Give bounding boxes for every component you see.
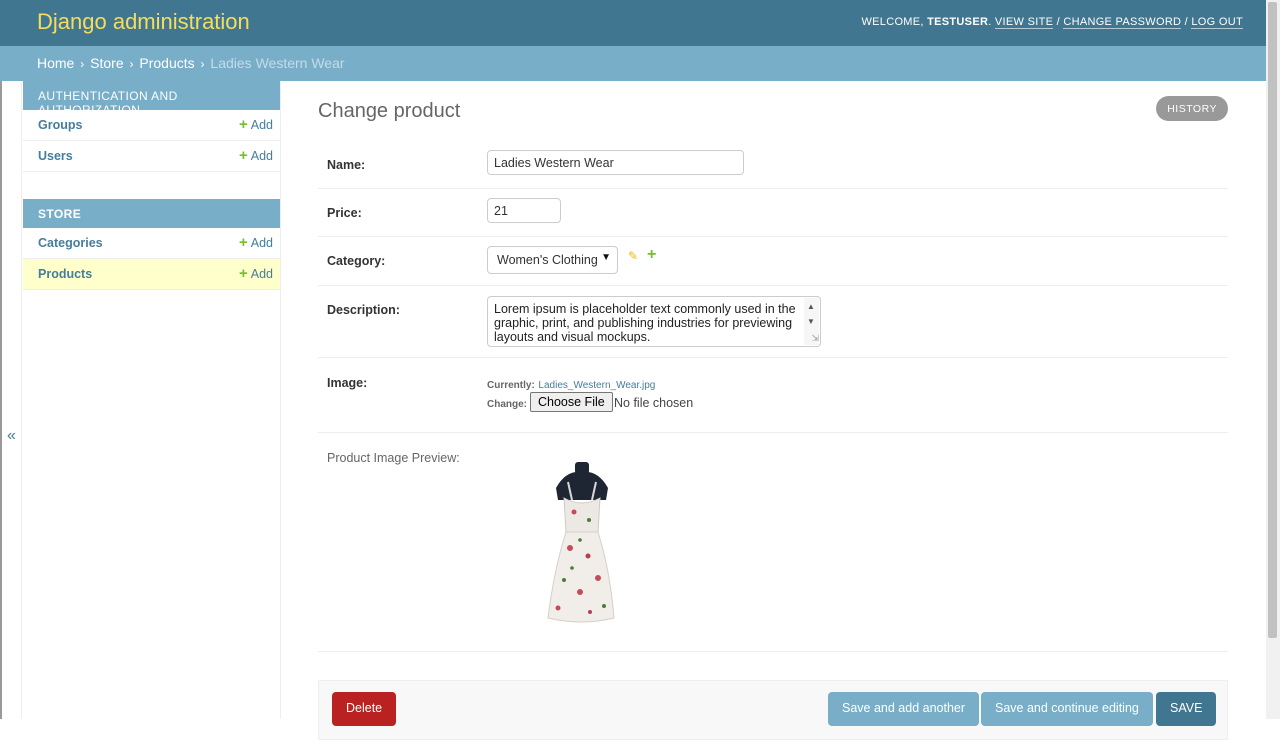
add-users-button[interactable]: + Add [238,147,273,164]
breadcrumb-store[interactable]: Store [90,55,123,71]
plus-icon: + [238,265,248,282]
arrow-up-icon[interactable]: ▲ [807,300,815,314]
breadcrumb: Home › Store › Products › Ladies Western… [0,46,1266,81]
save-and-add-another-button[interactable]: Save and add another [828,692,980,726]
delete-button[interactable]: Delete [332,692,397,726]
form-row-image: Image: Currently: Ladies_Western_Wear.jp… [318,358,1228,433]
log-out-link[interactable]: LOG OUT [1191,16,1243,29]
history-button[interactable]: HISTORY [1156,96,1228,121]
description-field[interactable]: Lorem ipsum is placeholder text commonly… [487,296,821,347]
change-password-link[interactable]: CHANGE PASSWORD [1063,16,1182,29]
pencil-icon[interactable]: ✎ [628,249,638,263]
form-row-description: Description: Lorem ipsum is placeholder … [318,286,1228,358]
model-link-products[interactable]: Products [38,267,92,281]
category-selected-value: Women's Clothing [497,253,598,267]
preview-label: Product Image Preview: [327,451,460,465]
add-label: Add [250,118,273,132]
sidebar-item-users: Users + Add [23,141,280,172]
nav-sidebar: AUTHENTICATION AND AUTHORIZATION Groups … [22,81,281,719]
price-field[interactable]: 21 [487,198,561,223]
module-store: STORE Categories + Add Products + Add [22,199,280,290]
main-content: Change product HISTORY Name: Ladies West… [318,81,1228,740]
description-text: Lorem ipsum is placeholder text commonly… [494,302,796,344]
double-left-chevron-icon[interactable]: « [7,427,16,445]
add-categories-button[interactable]: + Add [238,234,273,251]
form-row-preview: Product Image Preview: [318,433,1228,652]
breadcrumb-separator: › [80,57,85,71]
site-branding[interactable]: Django administration [37,9,250,35]
submit-row: Delete Save and add another Save and con… [318,680,1228,740]
nav-sidebar-toggle[interactable]: « [0,81,22,719]
header: Django administration WELCOME, TESTUSER.… [0,0,1266,46]
form-row-category: Category: Women's Clothing ▼ ✎ + [318,237,1228,286]
save-and-continue-button[interactable]: Save and continue editing [981,692,1153,726]
image-label: Image: [327,376,368,390]
separator: / [1056,16,1060,28]
chevron-down-icon: ▼ [601,252,611,263]
form-row-price: Price: 21 [318,189,1228,237]
module-caption-auth[interactable]: AUTHENTICATION AND AUTHORIZATION [23,81,280,117]
model-link-users[interactable]: Users [38,149,73,163]
save-button[interactable]: SAVE [1156,692,1217,726]
breadcrumb-current: Ladies Western Wear [210,55,345,71]
module-caption-store[interactable]: STORE [23,199,280,228]
add-label: Add [250,149,273,163]
user-tools: WELCOME, TESTUSER. VIEW SITE / CHANGE PA… [861,16,1243,29]
category-select[interactable]: Women's Clothing ▼ [487,246,618,274]
welcome-period: . [988,16,992,28]
model-link-categories[interactable]: Categories [38,236,103,250]
plus-icon: + [238,234,248,251]
separator: / [1184,16,1189,28]
textarea-scrollbar[interactable]: ▲ ▼ ⇲ [804,298,819,345]
plus-icon: + [238,116,248,133]
description-label: Description: [327,303,400,317]
no-file-text: No file chosen [614,396,694,410]
name-field[interactable]: Ladies Western Wear [487,150,744,175]
resize-grip-icon[interactable]: ⇲ [811,331,819,345]
name-label: Name: [327,158,366,172]
username: TESTUSER [927,16,989,28]
breadcrumb-separator: › [129,57,134,71]
sidebar-item-products: Products + Add [23,259,280,290]
current-file-link[interactable]: Ladies_Western_Wear.jpg [538,380,655,391]
module-auth: AUTHENTICATION AND AUTHORIZATION Groups … [22,81,280,172]
add-label: Add [250,236,273,250]
change-label: Change: [487,399,527,410]
page-title: Change product [318,100,461,122]
category-label: Category: [327,254,386,268]
sidebar-item-groups: Groups + Add [23,110,280,141]
page-scrollbar[interactable] [1266,0,1280,719]
view-site-link[interactable]: VIEW SITE [994,16,1054,29]
current-file-line: Currently: Ladies_Western_Wear.jpg [487,376,655,391]
welcome-text: WELCOME, [861,16,924,28]
add-label: Add [250,267,273,281]
plus-icon: + [238,147,248,164]
model-link-groups[interactable]: Groups [38,118,82,132]
price-label: Price: [327,206,362,220]
choose-file-button[interactable]: Choose File [530,392,613,412]
plus-icon[interactable]: + [647,246,656,264]
add-groups-button[interactable]: + Add [238,116,273,133]
form-row-name: Name: Ladies Western Wear [318,141,1228,189]
sidebar-item-categories: Categories + Add [23,228,280,259]
breadcrumb-separator: › [200,57,205,71]
breadcrumb-products[interactable]: Products [139,55,194,71]
arrow-down-icon[interactable]: ▼ [807,315,815,329]
scrollbar-thumb[interactable] [1268,2,1277,638]
add-products-button[interactable]: + Add [238,265,273,282]
breadcrumb-home[interactable]: Home [37,55,74,71]
product-image-preview [547,462,615,623]
currently-label: Currently: [487,380,535,391]
